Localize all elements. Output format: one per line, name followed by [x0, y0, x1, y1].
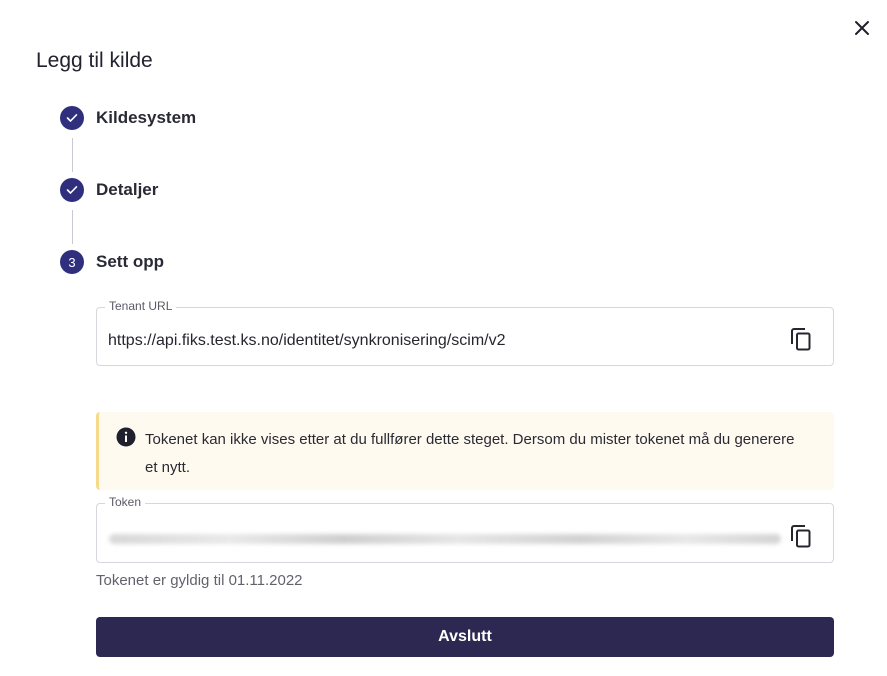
tenant-url-label: Tenant URL [105, 299, 177, 313]
copy-icon [791, 524, 811, 547]
step-completed-indicator [60, 178, 84, 202]
step-kildesystem: Kildesystem [60, 106, 196, 130]
step-connector [72, 210, 73, 244]
step-completed-indicator [60, 106, 84, 130]
tenant-url-field[interactable]: Tenant URL https://api.fiks.test.ks.no/i… [96, 299, 834, 366]
token-field[interactable]: Token [96, 495, 834, 563]
alert-message: Tokenet kan ikke vises etter at du fullf… [145, 431, 795, 476]
tenant-url-value: https://api.fiks.test.ks.no/identitet/sy… [108, 332, 506, 349]
dialog-title: Legg til kilde [36, 49, 153, 72]
close-icon [855, 21, 869, 35]
token-label: Token [105, 495, 146, 509]
step-label: Sett opp [96, 252, 164, 271]
copy-token-button[interactable] [789, 523, 813, 549]
step-detaljer: Detaljer [60, 178, 158, 202]
info-icon [116, 427, 136, 447]
step-label: Kildesystem [96, 108, 197, 127]
check-icon [66, 114, 78, 122]
info-alert: Tokenet kan ikke vises etter at du fullf… [96, 412, 834, 490]
token-validity-text: Tokenet er gyldig til 01.11.2022 [96, 572, 303, 589]
finish-button[interactable]: Avslutt [96, 617, 834, 657]
step-label: Detaljer [96, 180, 159, 199]
close-button[interactable] [849, 15, 875, 41]
copy-tenant-url-button[interactable] [789, 326, 813, 352]
step-number: 3 [60, 250, 84, 274]
copy-icon [791, 327, 811, 350]
step-connector [72, 138, 73, 172]
step-sett-opp: 3 Sett opp [60, 250, 164, 274]
check-icon [66, 186, 78, 194]
token-value-obscured [109, 534, 781, 544]
